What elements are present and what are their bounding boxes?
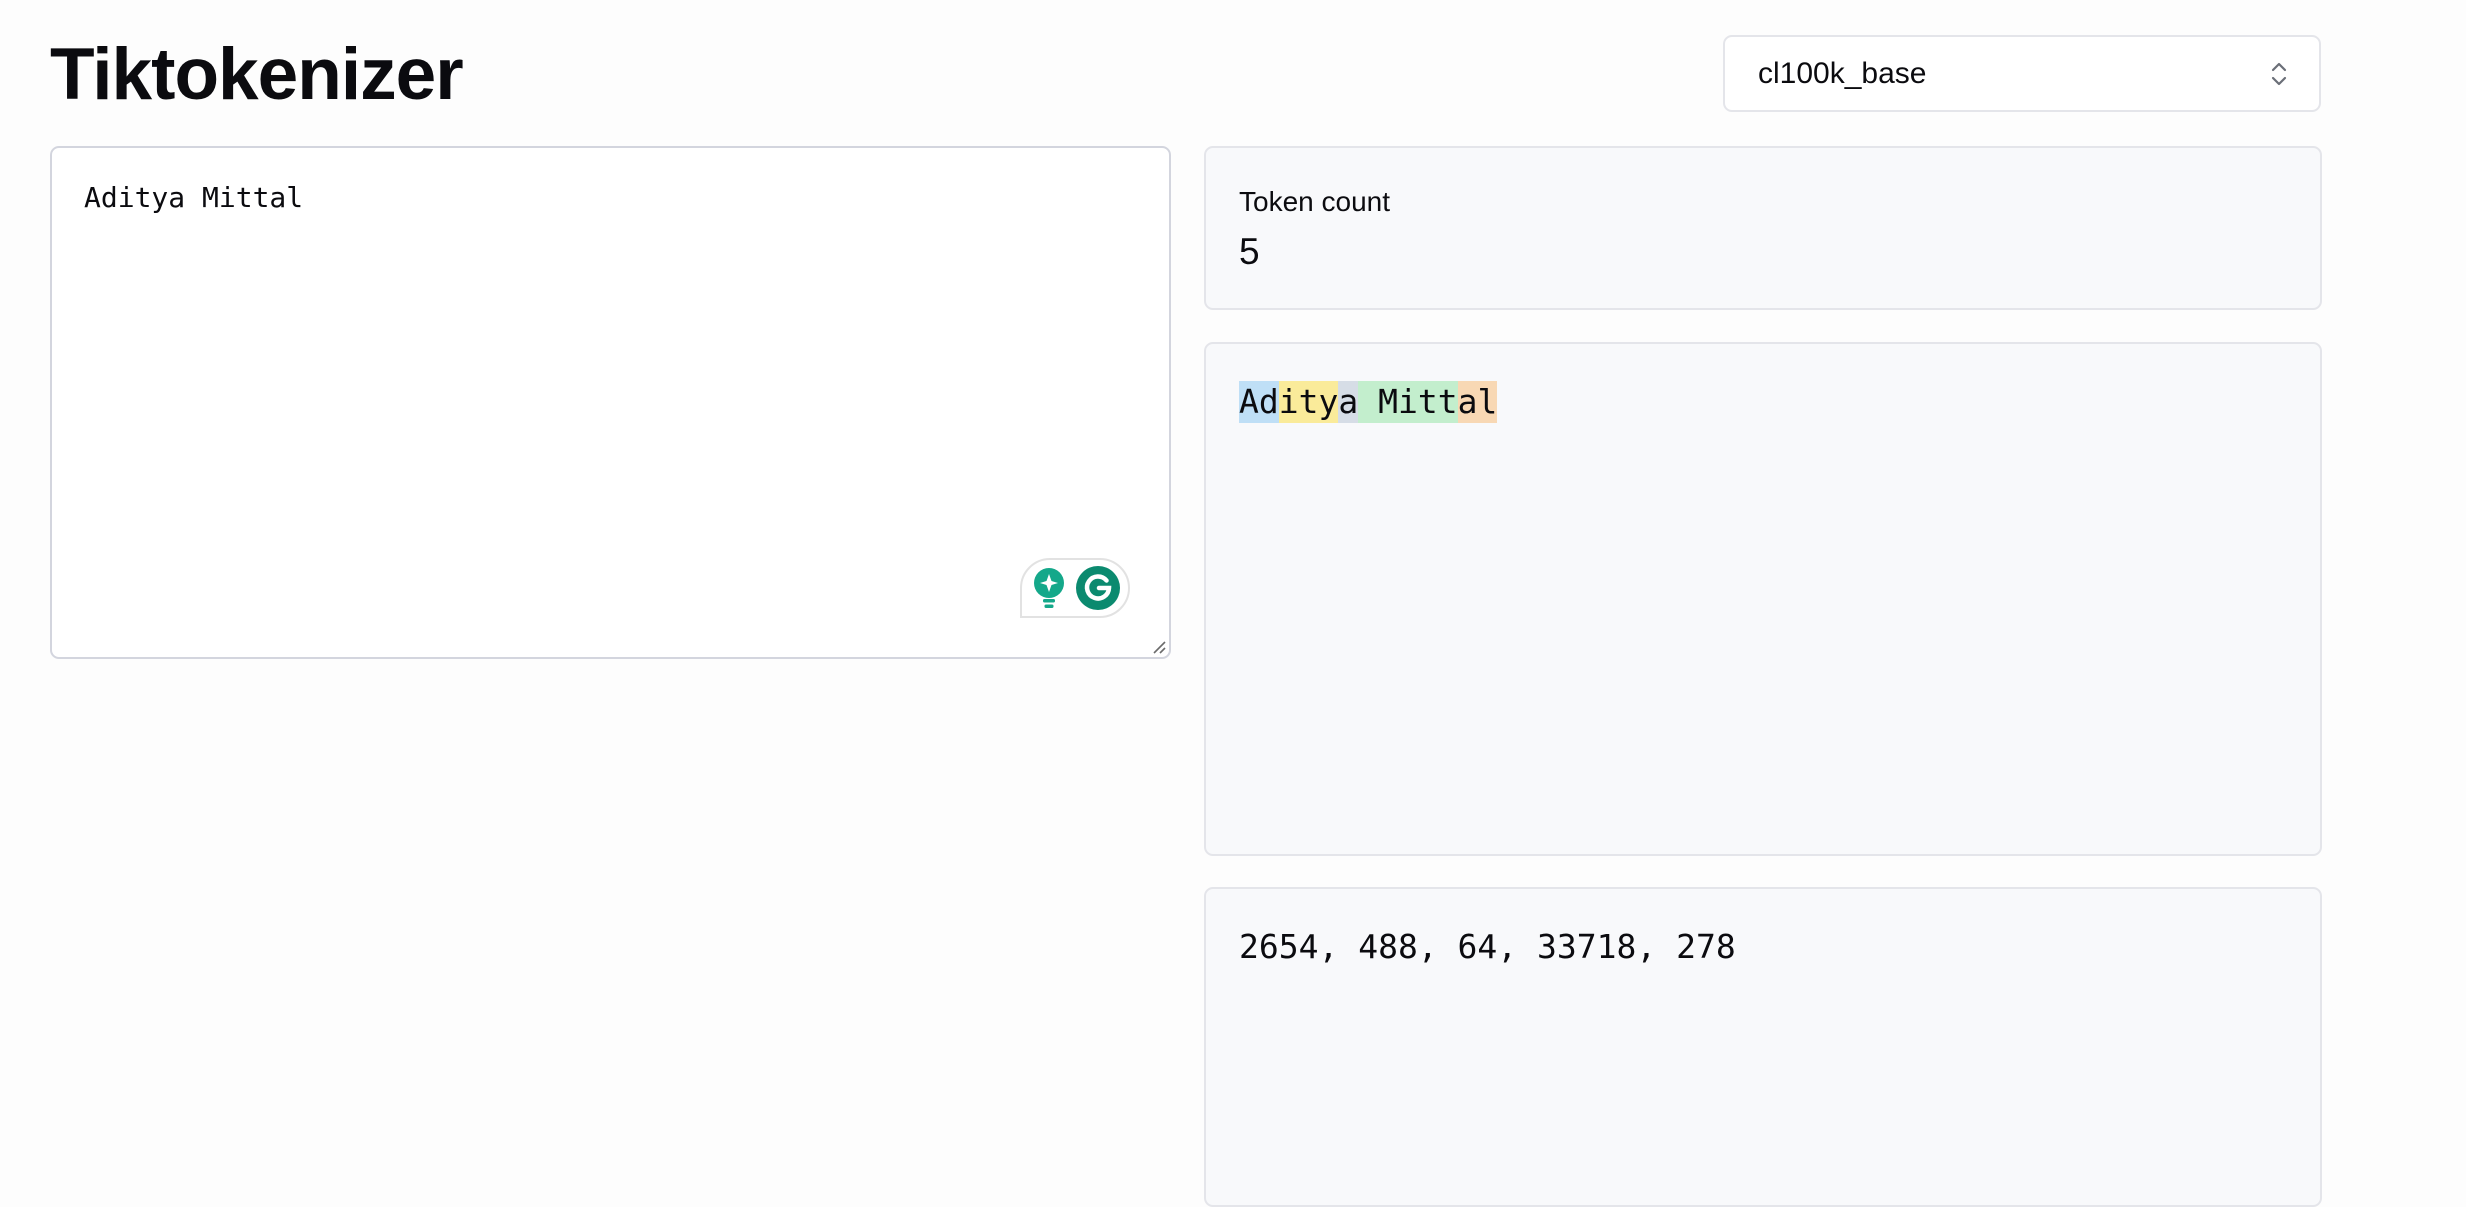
encoding-select[interactable]: cl100k_base [1723, 35, 2321, 112]
text-input-area[interactable]: Aditya Mittal [50, 146, 1171, 659]
grammarly-widget[interactable] [1020, 558, 1130, 618]
token-chip: Ad [1239, 381, 1279, 423]
token-count-value: 5 [1239, 231, 1260, 272]
token-visualization-panel: Aditya Mittal [1204, 342, 2322, 856]
input-text: Aditya Mittal [84, 181, 304, 214]
token-visualization: Aditya Mittal [1239, 381, 1498, 423]
page-title: Tiktokenizer [50, 34, 464, 115]
token-chip: a [1338, 381, 1359, 423]
chevrons-up-down-icon [2271, 62, 2287, 85]
resize-handle-icon[interactable] [1150, 638, 1166, 654]
encoding-select-value: cl100k_base [1758, 56, 1927, 90]
token-count-panel: Token count 5 [1204, 146, 2322, 310]
token-chip: ity [1278, 381, 1339, 423]
token-ids-panel: 2654, 488, 64, 33718, 278 [1204, 887, 2322, 1207]
lightbulb-sparkle-icon[interactable] [1029, 566, 1069, 610]
token-chip: al [1457, 381, 1498, 423]
token-count-label: Token count [1239, 186, 1390, 217]
grammarly-g-icon[interactable] [1075, 565, 1121, 611]
token-chip: Mitt [1358, 381, 1458, 423]
token-ids-text: 2654, 488, 64, 33718, 278 [1239, 927, 1736, 966]
